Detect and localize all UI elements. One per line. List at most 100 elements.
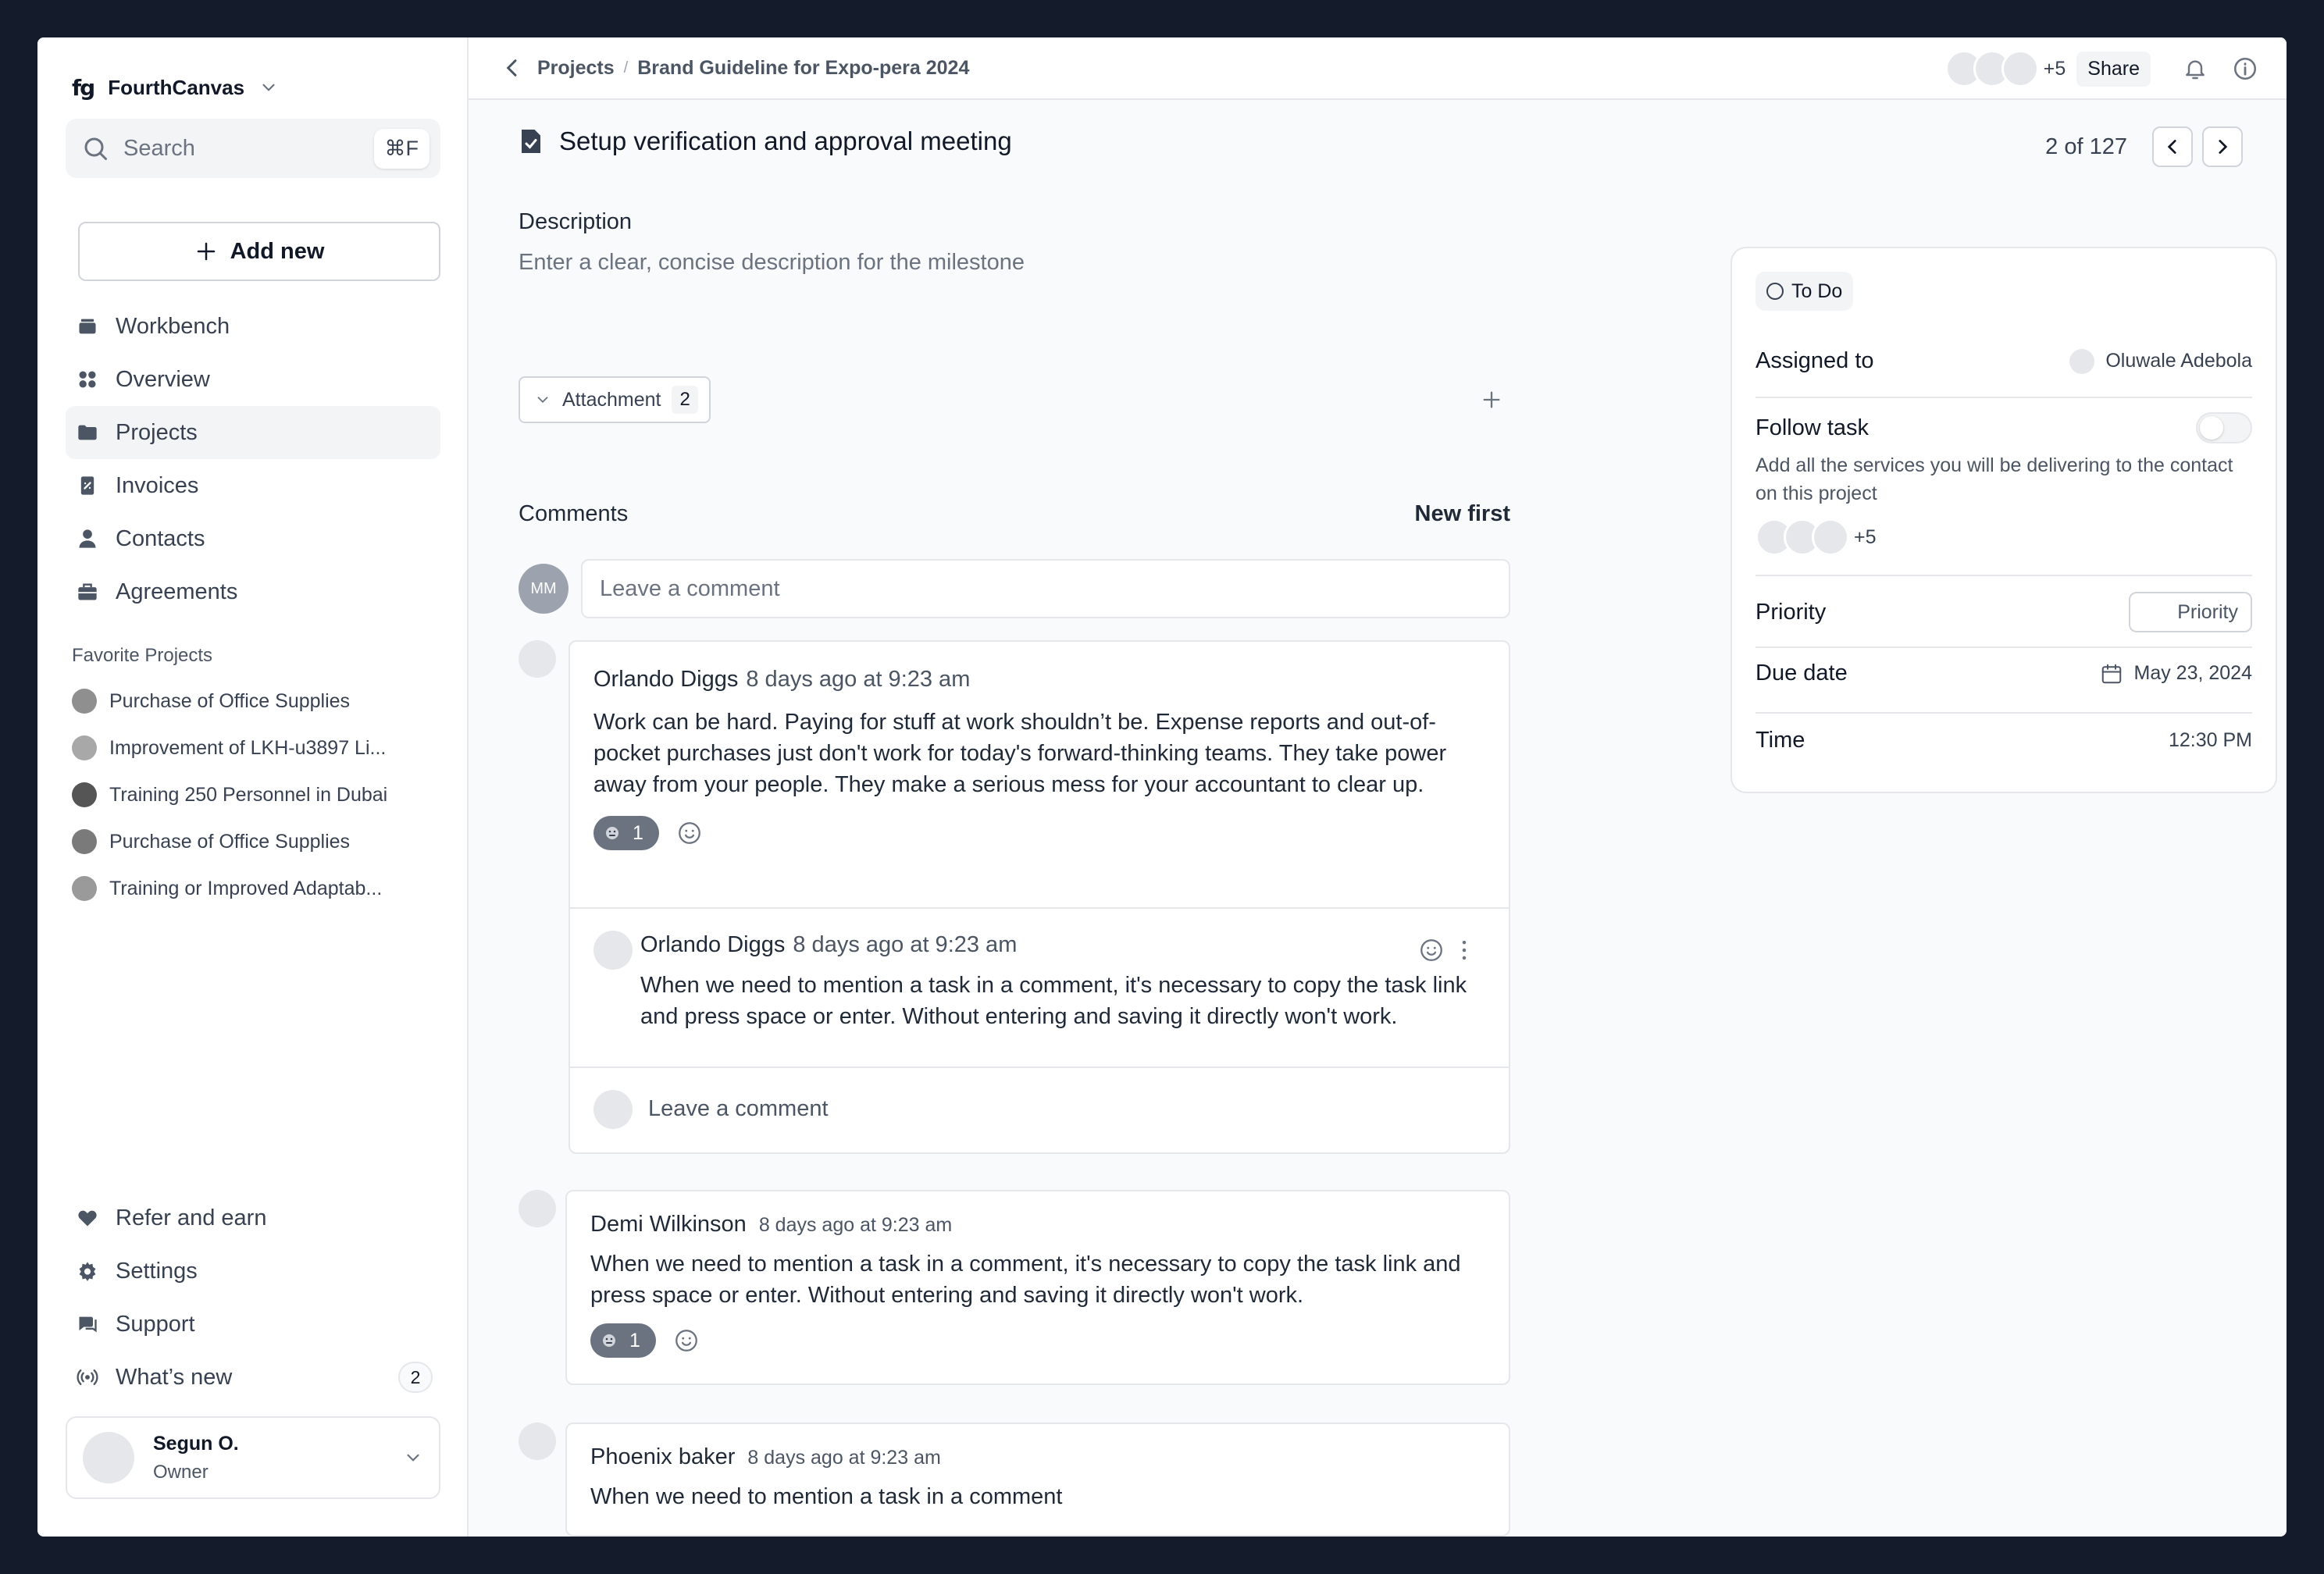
add-new-button[interactable]: Add new: [78, 222, 440, 281]
reply-input[interactable]: Leave a comment: [648, 1096, 829, 1122]
task-pager: 2 of 127: [2045, 126, 2243, 167]
info-icon[interactable]: [2226, 49, 2265, 88]
calendar-icon: [2101, 664, 2121, 683]
time-value[interactable]: 12:30 PM: [2169, 729, 2252, 752]
nav-item-overview[interactable]: Overview: [66, 353, 440, 406]
comment-body: When we need to mention a task in a comm…: [590, 1252, 1461, 1308]
comment-body: Work can be hard. Paying for stuff at wo…: [593, 710, 1447, 797]
divider: [1755, 575, 2252, 576]
whats-new-badge: 2: [398, 1362, 433, 1393]
follow-task-toggle[interactable]: [2196, 412, 2252, 443]
follow-label: Follow task: [1755, 415, 1870, 440]
favorite-project-item[interactable]: Training 250 Personnel in Dubai: [72, 771, 439, 818]
comment-sort-toggle[interactable]: New first: [1413, 501, 1510, 527]
comment-thread: Orlando Diggs 8 days ago at 9:23 am Work…: [569, 640, 1510, 1154]
more-vertical-icon[interactable]: [1451, 937, 1477, 963]
reaction-count: 1: [629, 1329, 640, 1351]
due-date-label: Due date: [1755, 661, 1848, 686]
grid-icon: [77, 369, 98, 390]
emoji-icon: [603, 1334, 615, 1347]
nav-label: Projects: [116, 419, 198, 445]
reply-body: When we need to mention a task in a comm…: [640, 973, 1467, 1029]
add-reaction-icon[interactable]: [1418, 937, 1445, 963]
priority-label: Priority: [1755, 599, 1827, 625]
workspace-switcher[interactable]: fg FourthCanvas: [72, 66, 279, 109]
favorite-project-label: Purchase of Office Supplies: [109, 830, 351, 853]
chat-icon: [77, 1313, 98, 1335]
divider: [1755, 397, 2252, 398]
breadcrumb-current-project[interactable]: Brand Guideline for Expo-pera 2024: [637, 57, 969, 80]
task-title[interactable]: Setup verification and approval meeting: [559, 126, 1012, 156]
assignee-name: Oluwale Adebola: [2105, 350, 2252, 372]
project-color-dot: [72, 735, 97, 760]
avatar: [1812, 518, 1849, 556]
chevron-left-icon: [2167, 140, 2176, 154]
back-icon[interactable]: [498, 48, 526, 87]
task-header: Setup verification and approval meeting: [519, 126, 1012, 156]
status-badge[interactable]: To Do: [1755, 272, 1854, 311]
share-button[interactable]: Share: [2076, 51, 2151, 87]
search-input[interactable]: Search ⌘F: [66, 119, 440, 178]
avatar: [519, 640, 556, 678]
reaction-chip[interactable]: 1: [590, 1323, 656, 1358]
due-date-picker[interactable]: May 23, 2024: [2100, 662, 2252, 686]
followers[interactable]: +5: [1755, 518, 1877, 556]
header-actions: +5 Share: [1944, 48, 2265, 89]
search-icon: [84, 137, 107, 160]
comments-heading: Comments: [519, 501, 629, 526]
avatar: MM: [519, 564, 569, 614]
nav-item-support[interactable]: Support: [66, 1298, 440, 1351]
favorite-project-item[interactable]: Training or Improved Adaptab...: [72, 865, 439, 912]
breadcrumb-separator: /: [623, 59, 629, 77]
nav-label: What’s new: [116, 1364, 233, 1390]
favorite-project-label: Purchase of Office Supplies: [109, 689, 351, 712]
description-input[interactable]: Enter a clear, concise description for t…: [519, 250, 1025, 276]
gear-icon: [77, 1260, 98, 1282]
favorite-project-item[interactable]: Improvement of LKH-u3897 Li...: [72, 725, 439, 771]
add-attachment-icon[interactable]: [1474, 383, 1509, 417]
nav-label: Contacts: [116, 525, 205, 551]
avatar: [83, 1432, 134, 1483]
favorite-project-item[interactable]: Purchase of Office Supplies: [72, 678, 439, 725]
project-members[interactable]: +5: [1944, 50, 2066, 87]
attachment-toggle[interactable]: Attachment 2: [519, 376, 711, 423]
task-properties-panel: To Do Assigned to Oluwale Adebola Follow…: [1731, 247, 2277, 793]
comment-input[interactable]: Leave a comment: [581, 559, 1510, 618]
nav-item-agreements[interactable]: Agreements: [66, 565, 440, 618]
add-reaction-icon[interactable]: [673, 1327, 700, 1354]
avatar: [2069, 348, 2095, 374]
favorite-project-item[interactable]: Purchase of Office Supplies: [72, 818, 439, 865]
add-reaction-icon[interactable]: [676, 820, 703, 846]
next-task-button[interactable]: [2202, 126, 2243, 167]
nav-item-whats-new[interactable]: What’s new 2: [66, 1351, 440, 1404]
nav-item-settings[interactable]: Settings: [66, 1245, 440, 1298]
priority-dropdown[interactable]: Priority: [2129, 592, 2252, 632]
bell-icon[interactable]: [2176, 49, 2215, 88]
favorite-project-label: Improvement of LKH-u3897 Li...: [109, 736, 387, 759]
previous-task-button[interactable]: [2152, 126, 2193, 167]
breadcrumb-projects[interactable]: Projects: [537, 57, 615, 80]
reaction-chip[interactable]: 1: [593, 816, 659, 850]
app-window: fg FourthCanvas Search ⌘F Add new Workbe…: [37, 37, 2287, 1537]
nav-item-projects[interactable]: Projects: [66, 406, 440, 459]
nav-label: Overview: [116, 366, 210, 392]
briefcase-icon: [77, 581, 98, 603]
nav-item-contacts[interactable]: Contacts: [66, 512, 440, 565]
nav-item-invoices[interactable]: Invoices: [66, 459, 440, 512]
nav-label: Agreements: [116, 579, 238, 604]
assignee-selector[interactable]: Oluwale Adebola: [2069, 348, 2252, 374]
task-document-icon: [522, 130, 540, 153]
avatar: [519, 1190, 556, 1227]
nav-item-refer-and-earn[interactable]: Refer and earn: [66, 1191, 440, 1245]
project-color-dot: [72, 782, 97, 807]
priority-row: Priority Priority: [1755, 592, 2252, 632]
divider: [1755, 646, 2252, 648]
comment-author: Phoenix baker: [590, 1444, 736, 1469]
nav-item-workbench[interactable]: Workbench: [66, 300, 440, 353]
chevron-down-icon: [537, 397, 548, 404]
follow-description: Add all the services you will be deliver…: [1755, 454, 2233, 504]
user-menu[interactable]: Segun O. Owner: [66, 1416, 440, 1499]
chevron-right-icon: [2219, 140, 2228, 154]
follow-row: Follow task: [1755, 412, 2252, 443]
members-more-count: +5: [2043, 57, 2066, 80]
